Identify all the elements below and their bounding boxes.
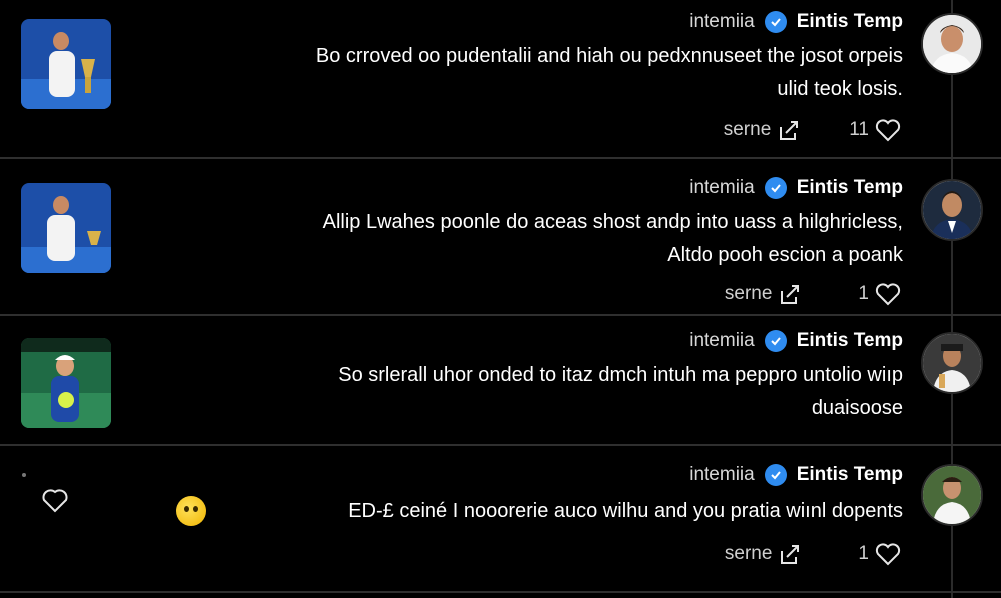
comment-header: Eintis Temp intemiia (689, 463, 903, 487)
share-button[interactable]: serne (725, 283, 803, 305)
avatar[interactable] (921, 332, 983, 394)
comment-text-line: Allip Lwahes poonle do aceas shost andp … (322, 211, 903, 233)
share-label: serne (723, 119, 772, 140)
share-icon (781, 285, 800, 304)
author-handle[interactable]: intemiia (689, 177, 754, 199)
comment-text: Allip Lwahes poonle do aceas shost andp … (143, 206, 903, 272)
share-button[interactable]: serne (725, 543, 803, 565)
media-thumbnail[interactable] (21, 19, 111, 109)
comment-actions: 11 serne (724, 117, 901, 143)
verified-badge-icon (764, 464, 787, 486)
comment-text-line: ED-£ ceiné I nooorerie auco wilhu and yo… (143, 495, 903, 528)
share-icon (781, 545, 800, 564)
comment-actions: 1 serne (725, 281, 901, 307)
author-handle[interactable]: intemiia (689, 11, 754, 33)
media-thumbnail[interactable] (21, 183, 111, 273)
author-name[interactable]: Eintis Temp (797, 11, 903, 33)
heart-icon (875, 119, 901, 142)
comment-text: Bo crroved oo pudentalii and hiah ou ped… (143, 40, 903, 106)
comment-header: Eintis Temp intemiia (689, 329, 903, 353)
heart-icon[interactable] (40, 487, 70, 513)
share-button[interactable]: serne (724, 119, 802, 141)
comment-text-line: duaisoose (811, 397, 903, 419)
like-count: 11 (849, 119, 869, 140)
like-count: 1 (858, 283, 869, 304)
heart-icon (875, 543, 901, 566)
avatar[interactable] (921, 13, 983, 75)
like-count: 1 (858, 543, 869, 564)
grimace-emoji-icon (176, 496, 206, 526)
author-name[interactable]: Eintis Temp (797, 330, 903, 352)
media-thumbnail[interactable] (21, 338, 111, 428)
share-label: serne (724, 543, 773, 564)
comment-header: Eintis Temp intemiia (689, 10, 903, 34)
author-name[interactable]: Eintis Temp (797, 177, 903, 199)
heart-icon (875, 283, 901, 306)
share-label: serne (724, 283, 773, 304)
author-name[interactable]: Eintis Temp (797, 464, 903, 486)
comment-header: Eintis Temp intemiia (689, 176, 903, 200)
share-icon (780, 121, 799, 140)
like-button[interactable]: 1 (858, 282, 901, 306)
comment-actions: 1 serne (725, 541, 901, 567)
verified-badge-icon (764, 330, 787, 352)
verified-badge-icon (764, 11, 787, 33)
comment-item: Eintis Temp intemiia So srlerall uhor on… (0, 316, 1001, 446)
author-handle[interactable]: intemiia (689, 464, 754, 486)
comment-text-line: Bo crroved oo pudentalii and hiah ou ped… (315, 45, 903, 67)
comment-text-line: ulid teok losis. (777, 78, 903, 100)
comment-text-line: Altdo pooh escion a poank (667, 244, 903, 266)
comment-text-line-content: ED-£ ceiné I nooorerie auco wilhu and yo… (348, 500, 903, 522)
comment-item: Eintis Temp intemiia ED-£ ceiné I nooore… (0, 446, 1001, 593)
avatar[interactable] (921, 179, 983, 241)
like-button[interactable]: 1 (858, 542, 901, 566)
author-handle[interactable]: intemiia (689, 330, 754, 352)
avatar[interactable] (921, 464, 983, 526)
dot-indicator (22, 473, 26, 477)
comment-text: So srlerall uhor onded to itaz dmch intu… (143, 359, 903, 425)
comment-text-line: So srlerall uhor onded to itaz dmch intu… (338, 364, 903, 386)
comment-item: Eintis Temp intemiia Bo crroved oo puden… (0, 0, 1001, 159)
comment-item: Eintis Temp intemiia Allip Lwahes poonle… (0, 159, 1001, 316)
like-button[interactable]: 11 (849, 118, 901, 142)
verified-badge-icon (764, 177, 787, 199)
comment-text: ED-£ ceiné I nooorerie auco wilhu and yo… (143, 495, 903, 528)
